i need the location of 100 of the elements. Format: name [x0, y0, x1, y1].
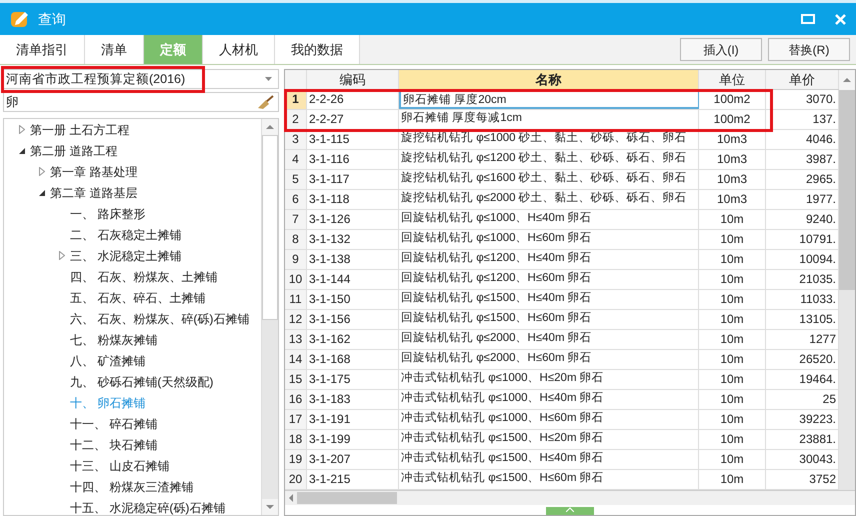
up-arrow-icon[interactable] [843, 78, 851, 82]
scrollbar-thumb[interactable] [262, 135, 278, 320]
tree-item[interactable]: 第一章 路基处理 [50, 162, 138, 180]
tab[interactable]: 人材机 [203, 35, 275, 64]
tree-item[interactable]: 十四、 粉煤灰三渣摊铺 [70, 478, 194, 496]
table-cell: 10m [699, 330, 766, 349]
table-cell: 冲击式钻机钻孔 φ≤1500、H≤60m 卵石 [399, 470, 699, 489]
table-cell: 10m [699, 350, 766, 369]
row-number: 5 [285, 170, 307, 189]
tree-item[interactable]: 一、 路床整形 [70, 204, 146, 222]
column-header[interactable]: 单位 [699, 70, 766, 89]
scrollbar-thumb[interactable] [839, 90, 855, 290]
tree-item[interactable]: 第一册 土石方工程 [30, 120, 130, 138]
table-cell: 回旋钻机钻孔 φ≤1200、H≤60m 卵石 [399, 270, 699, 289]
tree-item[interactable]: 十三、 山皮石摊铺 [70, 456, 170, 474]
table-cell: 回旋钻机钻孔 φ≤1500、H≤60m 卵石 [399, 310, 699, 329]
tree-item[interactable]: 第二章 道路基层 [50, 184, 138, 202]
tab[interactable]: 清单指引 [0, 35, 85, 64]
broom-icon[interactable] [257, 94, 274, 110]
table-cell: 回旋钻机钻孔 φ≤1000、H≤40m 卵石 [399, 210, 699, 229]
table-cell: 10m [699, 390, 766, 409]
row-number: 13 [285, 330, 307, 349]
scrollbar[interactable] [285, 490, 855, 505]
tree-item[interactable]: 十二、 块石摊铺 [70, 436, 158, 454]
row-number: 16 [285, 390, 307, 409]
table-cell: 10m [699, 370, 766, 389]
collapsed-triangle-icon[interactable] [19, 125, 25, 134]
table-cell: 10m [699, 270, 766, 289]
search-field[interactable]: 卵 [3, 92, 279, 112]
scrollbar-thumb[interactable] [297, 492, 397, 504]
row-number: 20 [285, 470, 307, 489]
row-number: 12 [285, 310, 307, 329]
table-cell: 冲击式钻机钻孔 φ≤1000、H≤60m 卵石 [399, 410, 699, 429]
table-cell: 3-1-168 [307, 350, 399, 369]
row-number: 8 [285, 230, 307, 249]
collapsed-triangle-icon[interactable] [39, 167, 45, 176]
column-header[interactable]: 名称 [399, 70, 699, 89]
table-cell: 3-1-144 [307, 270, 399, 289]
table-cell: 10m3 [699, 150, 766, 169]
expanded-triangle-icon[interactable] [39, 190, 45, 196]
left-arrow-icon[interactable] [289, 494, 293, 502]
table-cell: 回旋钻机钻孔 φ≤2000、H≤40m 卵石 [399, 330, 699, 349]
tree-item[interactable]: 十、 卵石摊铺 [70, 394, 146, 412]
down-arrow-icon[interactable] [266, 505, 274, 509]
edit-pad-icon [10, 10, 30, 28]
table-cell: 3-1-117 [307, 170, 399, 189]
tree-item[interactable]: 十一、 碎石摊铺 [70, 414, 158, 432]
tree-item[interactable]: 十五、 水泥稳定碎(砾)石摊铺 [70, 498, 226, 515]
tree-item[interactable]: 八、 矿渣摊铺 [70, 352, 146, 370]
table-cell: 10m3 [699, 130, 766, 149]
table-cell: 3-1-138 [307, 250, 399, 269]
maximize-icon[interactable] [801, 14, 815, 24]
table-cell: 旋挖钻机钻孔 φ≤2000 砂土、黏土、砂砾、砾石、卵石 [399, 190, 699, 209]
row-number: 18 [285, 430, 307, 449]
table-cell: 卵石摊铺 厚度每减1cm [399, 110, 699, 129]
row-number: 15 [285, 370, 307, 389]
row-number: 6 [285, 190, 307, 209]
row-number: 19 [285, 450, 307, 469]
table-cell: 3-1-150 [307, 290, 399, 309]
tree-item[interactable]: 五、 石灰、碎石、土摊铺 [70, 288, 206, 306]
tree-item[interactable]: 七、 粉煤灰摊铺 [70, 330, 158, 348]
table-cell: 2-2-27 [307, 110, 399, 129]
table-cell: 3-1-118 [307, 190, 399, 209]
row-number: 10 [285, 270, 307, 289]
table-cell: 10m [699, 290, 766, 309]
tree-item[interactable]: 九、 砂砾石摊铺(天然级配) [70, 372, 214, 390]
tree-item[interactable]: 六、 石灰、粉煤灰、碎(砾)石摊铺 [70, 310, 250, 328]
table-cell: 10m [699, 230, 766, 249]
tab[interactable]: 清单 [85, 35, 144, 64]
table-cell: 3-1-199 [307, 430, 399, 449]
tree-item[interactable]: 第二册 道路工程 [30, 142, 118, 160]
tree-item[interactable]: 四、 石灰、粉煤灰、土摊铺 [70, 268, 218, 286]
tree-item[interactable]: 三、 水泥稳定土摊铺 [70, 246, 182, 264]
tab[interactable]: 我的数据 [275, 35, 360, 64]
toolbar-button[interactable]: 替换(R) [768, 38, 850, 61]
table-cell: 回旋钻机钻孔 φ≤1200、H≤40m 卵石 [399, 250, 699, 269]
table-cell: 旋挖钻机钻孔 φ≤1000 砂土、黏土、砂砾、砾石、卵石 [399, 130, 699, 149]
toolbar-button[interactable]: 插入(I) [680, 38, 762, 61]
tree-item[interactable]: 二、 石灰稳定土摊铺 [70, 226, 182, 244]
row-number: 2 [285, 110, 307, 129]
close-icon[interactable] [835, 14, 846, 24]
table-cell: 10m3 [699, 190, 766, 209]
library-dropdown[interactable]: 河南省市政工程预算定额(2016) [3, 69, 279, 89]
up-chevron-icon[interactable] [566, 507, 574, 512]
table-cell: 10m [699, 450, 766, 469]
scrollbar[interactable] [261, 119, 278, 515]
table-cell: 旋挖钻机钻孔 φ≤1600 砂土、黏土、砂砾、砾石、卵石 [399, 170, 699, 189]
panel-toggle-handle[interactable] [546, 507, 594, 515]
table-cell: 10m [699, 410, 766, 429]
table-cell: 旋挖钻机钻孔 φ≤1200 砂土、黏土、砂砾、砾石、卵石 [399, 150, 699, 169]
table-cell: 3-1-207 [307, 450, 399, 469]
table-cell: 3-1-162 [307, 330, 399, 349]
expanded-triangle-icon[interactable] [19, 148, 25, 154]
row-number: 17 [285, 410, 307, 429]
table-cell: 100m2 [699, 110, 766, 129]
scrollbar[interactable] [839, 70, 855, 490]
up-arrow-icon[interactable] [266, 125, 274, 129]
collapsed-triangle-icon[interactable] [59, 251, 65, 260]
table-cell: 3-1-116 [307, 150, 399, 169]
row-number: 9 [285, 250, 307, 269]
